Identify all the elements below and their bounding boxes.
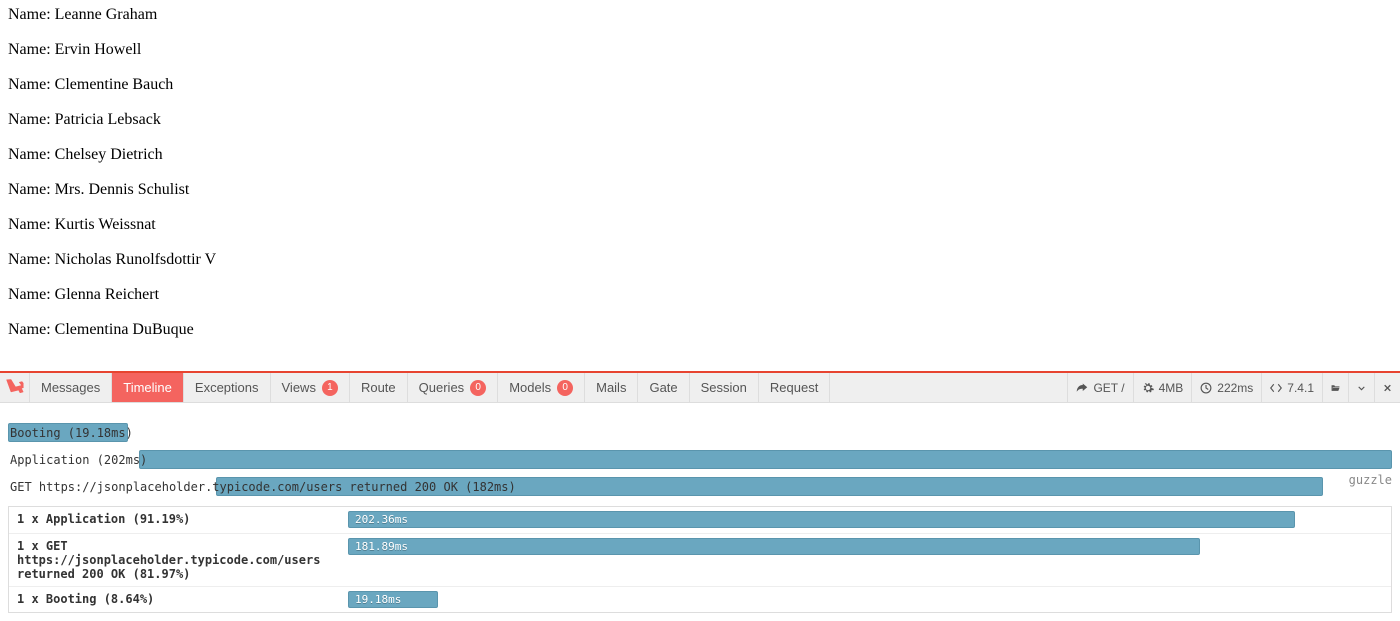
user-name: Mrs. Dennis Schulist <box>55 181 190 198</box>
measure-bar-cell: 202.36ms <box>344 507 1391 533</box>
name-prefix: Name: <box>8 146 55 163</box>
tab-gate[interactable]: Gate <box>638 373 689 402</box>
minimize-button[interactable] <box>1348 373 1374 402</box>
tab-queries[interactable]: Queries0 <box>408 373 499 402</box>
name-prefix: Name: <box>8 181 55 198</box>
measure-label: 1 x GET https://jsonplaceholder.typicode… <box>9 534 344 586</box>
queries-count-badge: 0 <box>470 380 486 396</box>
name-prefix: Name: <box>8 41 55 58</box>
user-name: Patricia Lebsack <box>55 111 161 128</box>
name-prefix: Name: <box>8 6 55 23</box>
tab-exceptions[interactable]: Exceptions <box>184 373 271 402</box>
share-arrow-icon <box>1076 382 1088 394</box>
time-indicator[interactable]: 222ms <box>1191 373 1261 402</box>
measure-label: 1 x Booting (8.64%) <box>9 587 344 612</box>
tab-messages[interactable]: Messages <box>30 373 112 402</box>
user-name: Glenna Reichert <box>55 286 159 303</box>
code-icon <box>1270 382 1282 394</box>
cogs-icon <box>1142 382 1154 394</box>
timeline-label: Booting (19.18ms) <box>8 426 133 440</box>
tab-views[interactable]: Views1 <box>271 373 350 402</box>
name-prefix: Name: <box>8 216 55 233</box>
laravel-logo-icon[interactable] <box>0 373 30 402</box>
user-name: Leanne Graham <box>55 6 158 23</box>
clock-icon <box>1200 382 1212 394</box>
measure-bar: 181.89ms <box>348 538 1200 555</box>
chevron-down-icon <box>1357 382 1366 394</box>
user-row: Name: Glenna Reichert <box>8 286 1392 304</box>
name-prefix: Name: <box>8 76 55 93</box>
user-row: Name: Leanne Graham <box>8 6 1392 24</box>
user-row: Name: Kurtis Weissnat <box>8 216 1392 234</box>
name-prefix: Name: <box>8 286 55 303</box>
user-name: Nicholas Runolfsdottir V <box>55 251 216 268</box>
measure-bar-cell: 181.89ms <box>344 534 1391 586</box>
page-content: Name: Leanne Graham Name: Ervin Howell N… <box>0 0 1400 362</box>
user-name: Ervin Howell <box>55 41 142 58</box>
tab-models[interactable]: Models0 <box>498 373 585 402</box>
memory-indicator[interactable]: 4MB <box>1133 373 1192 402</box>
measure-row-application: 1 x Application (91.19%) 202.36ms <box>9 507 1391 533</box>
user-name: Clementina DuBuque <box>55 321 194 338</box>
views-count-badge: 1 <box>322 380 338 396</box>
timeline-panel: Booting (19.18ms) Application (202ms) GE… <box>0 405 1400 621</box>
tab-request[interactable]: Request <box>759 373 830 402</box>
measure-bar: 202.36ms <box>348 511 1295 528</box>
measure-row-http-get: 1 x GET https://jsonplaceholder.typicode… <box>9 533 1391 586</box>
tab-session[interactable]: Session <box>690 373 759 402</box>
request-indicator[interactable]: GET / <box>1067 373 1132 402</box>
name-prefix: Name: <box>8 321 55 338</box>
php-version-indicator[interactable]: 7.4.1 <box>1261 373 1322 402</box>
user-row: Name: Mrs. Dennis Schulist <box>8 181 1392 199</box>
debugbar-right: GET / 4MB 222ms 7.4.1 <box>1067 373 1400 402</box>
timeline-label: GET https://jsonplaceholder.typicode.com… <box>8 480 516 494</box>
debugbar-tabs: Messages Timeline Exceptions Views1 Rout… <box>30 373 830 402</box>
user-row: Name: Clementina DuBuque <box>8 321 1392 339</box>
timeline-row-booting: Booting (19.18ms) <box>8 419 1392 446</box>
user-row: Name: Patricia Lebsack <box>8 111 1392 129</box>
tab-mails[interactable]: Mails <box>585 373 638 402</box>
folder-open-button[interactable] <box>1322 373 1348 402</box>
name-prefix: Name: <box>8 111 55 128</box>
timeline-bar-application <box>139 450 1392 469</box>
user-name: Clementine Bauch <box>55 76 174 93</box>
measure-row-booting: 1 x Booting (8.64%) 19.18ms <box>9 586 1391 612</box>
debugbar-header: Messages Timeline Exceptions Views1 Rout… <box>0 373 1400 403</box>
user-row: Name: Nicholas Runolfsdottir V <box>8 251 1392 269</box>
user-name: Kurtis Weissnat <box>55 216 156 233</box>
user-row: Name: Ervin Howell <box>8 41 1392 59</box>
measure-label: 1 x Application (91.19%) <box>9 507 344 533</box>
measures-table: 1 x Application (91.19%) 202.36ms 1 x GE… <box>8 506 1392 613</box>
tab-timeline[interactable]: Timeline <box>112 373 184 402</box>
close-icon <box>1383 382 1392 394</box>
timeline-row-http-get: GET https://jsonplaceholder.typicode.com… <box>8 473 1392 500</box>
close-button[interactable] <box>1374 373 1400 402</box>
measure-bar-cell: 19.18ms <box>344 587 1391 612</box>
models-count-badge: 0 <box>557 380 573 396</box>
user-row: Name: Clementine Bauch <box>8 76 1392 94</box>
folder-open-icon <box>1331 382 1340 394</box>
tab-route[interactable]: Route <box>350 373 408 402</box>
user-row: Name: Chelsey Dietrich <box>8 146 1392 164</box>
debugbar: Messages Timeline Exceptions Views1 Rout… <box>0 371 1400 621</box>
user-name: Chelsey Dietrich <box>55 146 163 163</box>
name-prefix: Name: <box>8 251 55 268</box>
timeline-label: Application (202ms) <box>8 453 147 467</box>
timeline-row-application: Application (202ms) <box>8 446 1392 473</box>
timeline-collector-tag: guzzle <box>1349 473 1392 487</box>
measure-bar: 19.18ms <box>348 591 438 608</box>
